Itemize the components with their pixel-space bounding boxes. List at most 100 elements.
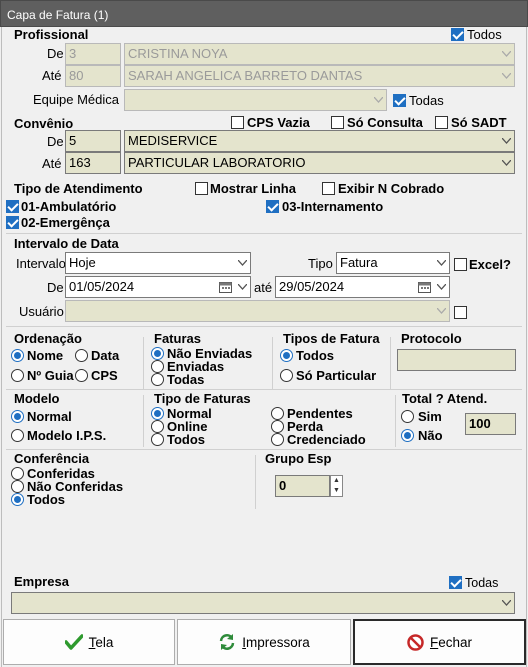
tipo-faturas-pendentes-radio[interactable] [271, 407, 284, 420]
ordenacao-nguia-radio[interactable] [11, 369, 24, 382]
data-ate-input[interactable]: 29/05/2024 [275, 276, 450, 298]
exibir-n-cobrado-checkbox[interactable] [322, 182, 335, 195]
total-nao-label: Não [418, 428, 443, 443]
usuario-checkbox[interactable] [454, 306, 467, 319]
profissional-ate-name-select[interactable]: SARAH ANGELICA BARRETO DANTAS [124, 65, 515, 87]
profissional-todos-label: Todos [467, 27, 502, 42]
divider [395, 395, 396, 447]
grupo-esp-spinner[interactable]: ▲ ▼ [330, 475, 343, 497]
conferencia-todos-label: Todos [27, 492, 66, 507]
tipo-faturas-online-radio[interactable] [151, 420, 164, 433]
data-de-value: 01/05/2024 [69, 279, 135, 294]
so-consulta-checkbox[interactable] [331, 116, 344, 129]
convenio-ate-name-select[interactable]: PARTICULAR LABORATORIO [124, 152, 515, 174]
modelo-normal-radio[interactable] [11, 410, 24, 423]
convenio-ate-code-input[interactable]: 163 [65, 152, 121, 174]
conferencia-nao-conferidas-radio[interactable] [11, 480, 24, 493]
calendar-icon[interactable] [418, 281, 431, 293]
divider [255, 455, 256, 509]
convenio-ate-label: Até [42, 156, 62, 171]
convenio-ate-name-value: PARTICULAR LABORATORIO [128, 155, 306, 170]
excel-checkbox[interactable] [454, 258, 467, 271]
tipo-faturas-perda-radio[interactable] [271, 420, 284, 433]
data-ate-label: até [254, 280, 273, 295]
profissional-todos-checkbox[interactable] [451, 28, 464, 41]
protocolo-input[interactable] [397, 349, 516, 371]
fechar-button[interactable]: Fechar [353, 619, 526, 665]
tipo-select[interactable]: Fatura [336, 252, 450, 274]
ordenacao-data-radio[interactable] [75, 349, 88, 362]
faturas-enviadas-radio[interactable] [151, 360, 164, 373]
convenio-de-name-select[interactable]: MEDISERVICE [124, 130, 515, 152]
tipo-label: Tipo [308, 256, 333, 271]
data-de-input[interactable]: 01/05/2024 [65, 276, 251, 298]
fechar-label-rest: echar [438, 634, 473, 650]
calendar-icon[interactable] [219, 281, 232, 293]
tipos-fatura-todos-label: Todos [296, 348, 335, 363]
profissional-de-code-input[interactable]: 3 [65, 43, 121, 65]
grupo-esp-input[interactable]: 0 [275, 475, 330, 497]
convenio-de-label: De [47, 134, 64, 149]
divider [6, 449, 522, 450]
tipo-faturas-todos-label: Todos [167, 432, 206, 447]
conferencia-todos-radio[interactable] [11, 493, 24, 506]
fechar-button-label: Fechar [430, 635, 472, 650]
ordenacao-cps-label: CPS [91, 368, 118, 383]
so-sadt-checkbox[interactable] [435, 116, 448, 129]
convenio-de-code-input[interactable]: 5 [65, 130, 121, 152]
atendimento-header: Tipo de Atendimento [14, 181, 143, 196]
faturas-nao-enviadas-radio[interactable] [151, 347, 164, 360]
usuario-label: Usuário [19, 304, 64, 319]
tipos-fatura-todos-radio[interactable] [280, 349, 293, 362]
convenio-de-name-value: MEDISERVICE [128, 133, 218, 148]
chevron-down-icon [370, 90, 386, 110]
equipe-medica-select[interactable] [124, 89, 387, 111]
grupo-esp-header: Grupo Esp [265, 451, 332, 466]
faturas-todas-radio[interactable] [151, 373, 164, 386]
ambulatorio-checkbox[interactable] [6, 200, 19, 213]
internamento-checkbox[interactable] [266, 200, 279, 213]
spin-down-icon[interactable]: ▼ [331, 486, 342, 496]
empresa-todas-checkbox[interactable] [449, 576, 462, 589]
conferencia-conferidas-radio[interactable] [11, 467, 24, 480]
profissional-de-name-select[interactable]: CRISTINA NOYA [124, 43, 515, 65]
total-nao-radio[interactable] [401, 429, 414, 442]
conferencia-header: Conferência [14, 451, 90, 466]
modelo-ips-radio[interactable] [11, 429, 24, 442]
mostrar-linha-checkbox[interactable] [195, 182, 208, 195]
profissional-ate-code-input[interactable]: 80 [65, 65, 121, 87]
intervalo-select[interactable]: Hoje [65, 252, 251, 274]
tipo-faturas-todos-radio[interactable] [151, 433, 164, 446]
tipos-fatura-so-particular-label: Só Particular [296, 368, 377, 383]
total-atend-input[interactable]: 100 [465, 413, 516, 435]
emergencia-label: 02-Emergênça [21, 215, 110, 230]
refresh-icon [219, 634, 235, 650]
divider [143, 395, 144, 447]
tipos-fatura-header: Tipos de Fatura [283, 331, 380, 346]
usuario-select[interactable] [65, 300, 450, 322]
tela-label-rest: ela [95, 634, 114, 650]
tipo-faturas-credenciado-radio[interactable] [271, 433, 284, 446]
empresa-select[interactable] [11, 592, 515, 614]
exibir-n-cobrado-label: Exibir N Cobrado [338, 181, 445, 196]
tela-button[interactable]: Tela [3, 619, 175, 665]
tipo-faturas-normal-radio[interactable] [151, 407, 164, 420]
cps-vazia-label: CPS Vazia [247, 115, 310, 130]
impressora-button[interactable]: Impressora [177, 619, 351, 665]
divider [6, 326, 522, 327]
ordenacao-nome-radio[interactable] [11, 349, 24, 362]
emergencia-checkbox[interactable] [6, 216, 19, 229]
total-sim-radio[interactable] [401, 410, 414, 423]
chevron-down-icon [498, 44, 514, 64]
ordenacao-cps-radio[interactable] [75, 369, 88, 382]
cancel-icon [407, 633, 424, 651]
cps-vazia-checkbox[interactable] [231, 116, 244, 129]
empresa-todas-label: Todas [465, 576, 499, 590]
divider [390, 337, 391, 389]
internamento-label: 03-Internamento [282, 199, 384, 214]
spin-up-icon[interactable]: ▲ [331, 476, 342, 486]
equipe-todas-checkbox[interactable] [393, 94, 406, 107]
tipo-faturas-credenciado-label: Credenciado [287, 432, 366, 447]
fechar-accel-key: F [429, 634, 439, 650]
tipos-fatura-so-particular-radio[interactable] [280, 369, 293, 382]
